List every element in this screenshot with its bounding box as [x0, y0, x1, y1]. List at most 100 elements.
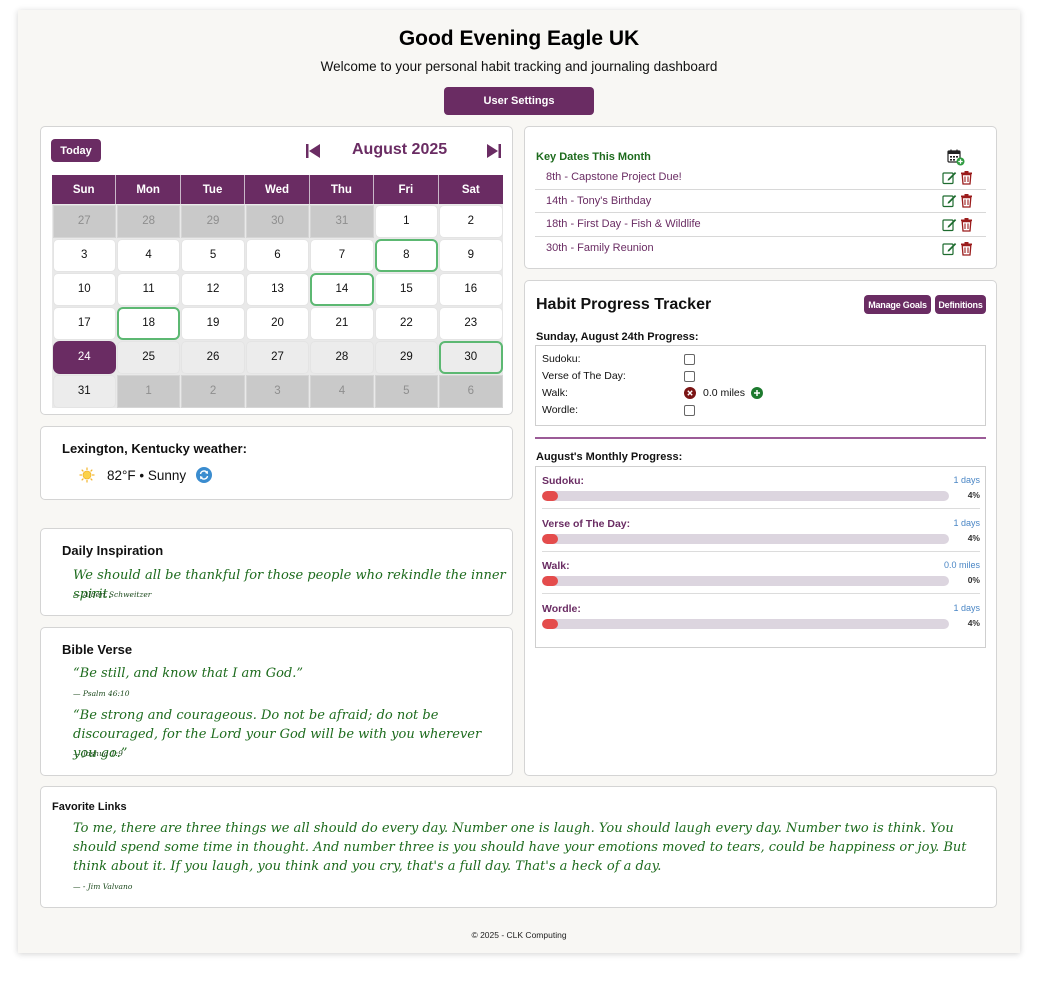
habit-count: 1 days — [953, 517, 980, 528]
key-date-actions — [942, 193, 986, 208]
calendar-day[interactable]: 19 — [181, 306, 245, 340]
add-key-date-icon[interactable] — [947, 148, 965, 166]
edit-icon[interactable] — [942, 170, 957, 185]
delete-icon[interactable] — [959, 193, 974, 208]
daily-progress-box: Sudoku: Verse of The Day: Walk: 0.0 mile… — [535, 345, 986, 426]
month-label: August 2025 — [352, 141, 448, 158]
calendar-day[interactable]: 27 — [245, 340, 310, 374]
daily-progress-title: Sunday, August 24th Progress: — [536, 331, 699, 343]
habit-count: 1 days — [953, 602, 980, 613]
calendar-day[interactable]: 13 — [245, 272, 310, 306]
calendar-day[interactable]: 9 — [439, 238, 503, 272]
calendar-day[interactable]: 11 — [116, 272, 181, 306]
calendar-grid: Sun Mon Tue Wed Thu Fri Sat 27 28 29 30 31 1 2 3 4 5 6 7 8… — [52, 175, 503, 408]
refresh-icon[interactable] — [196, 467, 213, 483]
habit-row-wordle: Wordle: — [542, 404, 695, 416]
key-date-item: 18th - First Day - Fish & Wildlife — [535, 213, 986, 237]
calendar-day[interactable]: 28 — [310, 340, 374, 374]
favorite-quote: To me, there are three things we all sho… — [73, 821, 967, 874]
calendar-day[interactable]: 17 — [52, 306, 116, 340]
calendar-day[interactable]: 27 — [52, 204, 116, 238]
edit-icon[interactable] — [942, 217, 957, 232]
delete-icon[interactable] — [959, 217, 974, 232]
section-divider — [535, 437, 986, 439]
calendar-day[interactable]: 3 — [52, 238, 116, 272]
habit-tracker-card: Habit Progress Tracker Manage Goals Defi… — [524, 280, 997, 776]
manage-goals-button[interactable]: Manage Goals — [864, 295, 931, 314]
calendar-day[interactable]: 26 — [181, 340, 245, 374]
favorite-quote-author: — - Jim Valvano — [73, 882, 133, 891]
calendar-day[interactable]: 2 — [181, 374, 245, 408]
bible-verse-card: Bible Verse “Be still, and know that I a… — [40, 627, 513, 776]
habit-label: Verse of The Day: — [542, 370, 626, 382]
progress-fill — [542, 491, 559, 501]
calendar-day[interactable]: 25 — [116, 340, 181, 374]
bible-ref-2: — Joshua 1:9 — [73, 749, 123, 758]
calendar-day[interactable]: 6 — [245, 238, 310, 272]
favorite-links-title: Favorite Links — [52, 801, 127, 813]
dashboard-page: Good Evening Eagle UK Welcome to your pe… — [18, 10, 1020, 953]
key-dates-card: Key Dates This Month 8th - Capstone Proj… — [524, 126, 997, 269]
weekday-tue: Tue — [181, 175, 246, 204]
today-button[interactable]: Today — [51, 139, 101, 162]
wordle-checkbox[interactable] — [684, 404, 695, 416]
habit-label: Walk: — [542, 387, 568, 399]
calendar-day-key-date[interactable]: 18 — [116, 306, 181, 340]
progress-fill — [542, 576, 559, 586]
calendar-day[interactable]: 5 — [181, 238, 245, 272]
calendar-day[interactable]: 31 — [310, 204, 374, 238]
calendar-day[interactable]: 16 — [439, 272, 503, 306]
calendar-day[interactable]: 31 — [52, 374, 116, 408]
calendar-day[interactable]: 7 — [310, 238, 374, 272]
weekday-fri: Fri — [374, 175, 439, 204]
inspiration-author: — Albert Schweitzer — [73, 590, 152, 599]
monthly-progress-item: Walk: 0.0 miles 0% — [542, 552, 980, 594]
calendar-day[interactable]: 21 — [310, 306, 374, 340]
calendar-card: Today August 2025 Sun Mon Tue Wed Thu Fri Sat … — [40, 126, 513, 415]
calendar-day[interactable]: 29 — [181, 204, 245, 238]
calendar-day[interactable]: 3 — [245, 374, 310, 408]
habit-row-sudoku: Sudoku: — [542, 353, 695, 365]
increase-walk-icon[interactable] — [751, 387, 764, 399]
calendar-day-key-date[interactable]: 30 — [439, 340, 503, 374]
sudoku-checkbox[interactable] — [684, 353, 695, 365]
calendar-day[interactable]: 1 — [116, 374, 181, 408]
decrease-walk-icon[interactable] — [684, 387, 696, 399]
key-date-text: 18th - First Day - Fish & Wildlife — [546, 218, 701, 231]
next-month-icon[interactable] — [486, 143, 502, 159]
calendar-day-key-date[interactable]: 14 — [310, 272, 374, 306]
calendar-day[interactable]: 15 — [374, 272, 439, 306]
calendar-day[interactable]: 28 — [116, 204, 181, 238]
calendar-day-key-date[interactable]: 8 — [374, 238, 439, 272]
key-date-item: 30th - Family Reunion — [535, 237, 986, 261]
previous-month-icon[interactable] — [305, 143, 321, 159]
calendar-day[interactable]: 6 — [439, 374, 503, 408]
progress-percent: 0% — [967, 575, 980, 585]
weekday-thu: Thu — [310, 175, 375, 204]
calendar-day[interactable]: 4 — [310, 374, 374, 408]
calendar-day[interactable]: 12 — [181, 272, 245, 306]
delete-icon[interactable] — [959, 241, 974, 256]
calendar-day[interactable]: 22 — [374, 306, 439, 340]
calendar-day[interactable]: 23 — [439, 306, 503, 340]
calendar-day[interactable]: 2 — [439, 204, 503, 238]
habit-tracker-title: Habit Progress Tracker — [536, 296, 712, 313]
calendar-day[interactable]: 5 — [374, 374, 439, 408]
edit-icon[interactable] — [942, 241, 957, 256]
definitions-button[interactable]: Definitions — [935, 295, 986, 314]
calendar-day[interactable]: 29 — [374, 340, 439, 374]
verse-checkbox[interactable] — [684, 370, 695, 382]
footer-copyright: © 2025 - CLK Computing — [471, 930, 567, 940]
calendar-day[interactable]: 10 — [52, 272, 116, 306]
key-date-text: 8th - Capstone Project Due! — [546, 171, 682, 184]
calendar-day[interactable]: 1 — [374, 204, 439, 238]
edit-icon[interactable] — [942, 193, 957, 208]
calendar-day-today[interactable]: 24 — [52, 340, 116, 374]
delete-icon[interactable] — [959, 170, 974, 185]
calendar-day[interactable]: 30 — [245, 204, 310, 238]
calendar-day[interactable]: 4 — [116, 238, 181, 272]
progress-bar — [542, 618, 949, 629]
walk-value: 0.0 miles — [703, 387, 746, 399]
calendar-day[interactable]: 20 — [245, 306, 310, 340]
user-settings-button[interactable]: User Settings — [444, 87, 594, 115]
